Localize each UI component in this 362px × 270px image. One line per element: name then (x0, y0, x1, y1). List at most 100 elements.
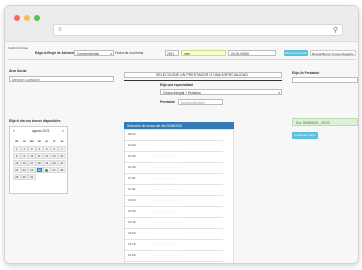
time-slot[interactable]: 14:00 - - - - - - - - - - - (124, 250, 223, 262)
maximize-window-button[interactable] (34, 15, 40, 21)
calendar-day-selected[interactable]: 25 (35, 167, 43, 173)
calendar-day[interactable]: 13 (50, 153, 58, 159)
slot-placeholder: - - - - - - - - - - - (154, 232, 182, 235)
calendar-week: 29 30 31 (13, 174, 66, 181)
provider-label: Prestador (160, 100, 175, 104)
weekday: ju (45, 140, 48, 143)
calendar-day[interactable]: 19 (43, 160, 51, 166)
breadcrumb[interactable]: Sollicit Cl/Citas (8, 46, 28, 50)
area-label: Área Social (9, 69, 27, 73)
calendar-day[interactable]: 20 (50, 160, 58, 166)
slot-placeholder: - - - - - - - - - - - (154, 144, 182, 147)
calendar-day[interactable]: 2 (20, 146, 28, 152)
calendar-next-button[interactable]: » (62, 129, 64, 133)
payer-value: Convenio/entes (77, 52, 100, 56)
calendar-day[interactable]: 4 (35, 146, 43, 152)
search-patient-button[interactable]: Buscar Paciente (284, 50, 308, 56)
calendar-day[interactable]: 1 (13, 146, 21, 152)
calendar-day[interactable]: 30 (20, 174, 28, 180)
calendar-prev-button[interactable]: « (13, 129, 15, 133)
calendar-day[interactable]: 5 (43, 146, 51, 152)
specialist-select[interactable]: SELECCIONE UN PRESTADOR O UNA ESPECIALID… (124, 72, 282, 78)
slot-time: 13:00 (128, 231, 136, 235)
calendar-day[interactable]: 22 (13, 167, 21, 173)
slot-time: 13:15 (128, 242, 136, 246)
chevron-down-icon: ▾ (278, 91, 280, 95)
calendar-day[interactable]: 3 (28, 146, 36, 152)
specialty-label: Elija una especialidad (160, 83, 194, 87)
slot-time: 12:45 (128, 220, 136, 224)
calendar-day[interactable]: 7 (58, 146, 66, 152)
slot-placeholder: - - - - - - - - - - - (154, 188, 182, 191)
slot-placeholder: - - - - - - - - - - - (154, 210, 182, 213)
calendar-day[interactable] (43, 167, 51, 173)
slot-placeholder: - - - - - - - - - - - (154, 155, 182, 158)
specialty-value: Clínica Integral + Pediatría (163, 91, 201, 95)
calendar-day[interactable]: 29 (13, 174, 21, 180)
slot-placeholder: - - - - - - - - - - - (154, 221, 182, 224)
close-window-button[interactable] (14, 15, 20, 21)
page-content: Sollicit Cl/Citas Edga la Elegir de Aten… (5, 42, 358, 263)
calendar-day[interactable]: 28 (58, 167, 66, 173)
calendar-day[interactable]: 14 (58, 153, 66, 159)
specialty-select[interactable]: Clínica Integral + Pediatría ▾ (160, 89, 282, 95)
search-icon[interactable]: ⚲ (333, 26, 338, 34)
minimize-window-button[interactable] (24, 15, 30, 21)
calendar-day[interactable]: 6 (50, 146, 58, 152)
weekday: mi (37, 140, 41, 143)
weekday: sa (60, 140, 64, 143)
slot-time: 11:30 (128, 187, 136, 191)
calendar-day[interactable]: 12 (43, 153, 51, 159)
menu-icon: ≡ (58, 27, 62, 33)
area-select[interactable]: Atención Lavitación (9, 76, 114, 82)
divider (8, 59, 356, 60)
calendar-day[interactable]: 27 (50, 167, 58, 173)
weekday: lu (23, 140, 26, 143)
right-provider-label: Elija Un Prestador (292, 71, 320, 75)
confirm-turn-button[interactable]: Confirmar Turno (292, 132, 318, 139)
calendar-day[interactable]: 9 (20, 153, 28, 159)
calendar-day[interactable]: 24 (28, 167, 36, 173)
right-provider-select[interactable] (292, 77, 358, 83)
calendar-grid: do lu ma mi ju vi sa 1 2 3 4 5 6 7 8 9 1… (13, 139, 66, 181)
slot-time: 09:20 (128, 132, 136, 136)
slot-time: 12:00 (128, 198, 136, 202)
browser-titlebar: ≡ ⚲ (5, 6, 358, 42)
slot-time: 10:00 (128, 143, 136, 147)
calendar-weekdays: do lu ma mi ju vi sa (13, 139, 66, 146)
available-dot-icon (45, 168, 49, 172)
selected-date-text: Día: 25/08/2021 - 09:20 (296, 120, 330, 125)
slot-placeholder: - - - - - - - - - - - (154, 243, 182, 246)
weekday: vi (53, 140, 56, 143)
slot-placeholder: - - - - - - - - - - - (154, 199, 182, 202)
calendar-day[interactable]: 31 (28, 174, 36, 180)
document-input[interactable]: 00-00-00000 (228, 50, 276, 56)
slot-placeholder: - - - - - - - - - - - (154, 254, 182, 257)
payer-select[interactable]: Convenio/entes ▾ (74, 50, 114, 56)
date-input[interactable]: mes (181, 50, 226, 56)
weekday: ma (29, 140, 34, 143)
calendar-day[interactable]: 21 (58, 160, 66, 166)
calendar-day[interactable]: 8 (13, 153, 21, 159)
provider-input[interactable]: Nombre/Apellido (178, 99, 223, 105)
calendar-day[interactable]: 16 (20, 160, 28, 166)
chevron-down-icon: ▾ (110, 52, 112, 56)
payer-label: Edga la Elegir de Atención: (35, 51, 77, 55)
date-year-select[interactable]: 2021 (165, 50, 179, 56)
specialist-select-value: SELECCIONE UN PRESTADOR O UNA ESPECIALID… (156, 73, 248, 77)
slot-time: 11:00 (128, 176, 136, 180)
calendar-day[interactable]: 11 (35, 153, 43, 159)
calendar-day[interactable]: 10 (28, 153, 36, 159)
calendar-day[interactable]: 18 (35, 160, 43, 166)
calendar-day[interactable]: 23 (20, 167, 28, 173)
calendar-day-empty (43, 174, 51, 180)
schedule-header-text: Selección de turnos del día 25/08/2021 (127, 123, 183, 128)
slot-time: 10:40 (128, 165, 136, 169)
slot-placeholder: - - - - - - - - - - - (154, 177, 182, 180)
find-turns-button[interactable]: Buscar/Borrar Turnos Rutgerbo (310, 50, 356, 56)
address-bar[interactable]: ≡ ⚲ (53, 24, 343, 36)
calendar-day[interactable]: 15 (13, 160, 21, 166)
provider-placeholder: Nombre/Apellido (181, 101, 205, 105)
calendar-day-empty (58, 174, 66, 180)
calendar-day[interactable]: 17 (28, 160, 36, 166)
